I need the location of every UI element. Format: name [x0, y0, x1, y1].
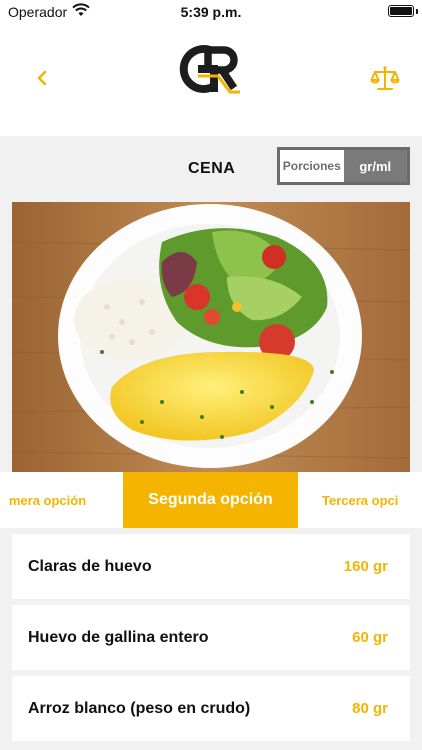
- unit-option-porciones[interactable]: Porciones: [280, 150, 344, 182]
- meal-header: CENA Porciones gr/ml: [0, 136, 422, 202]
- food-name: Claras de huevo: [28, 557, 152, 575]
- back-button[interactable]: [30, 66, 54, 90]
- meal-photo: [12, 202, 410, 472]
- food-name: Huevo de gallina entero: [28, 628, 209, 646]
- food-row[interactable]: Claras de huevo 160 gr: [12, 534, 410, 599]
- battery-cap: [416, 9, 418, 14]
- meal-title: CENA: [188, 160, 236, 177]
- food-name: Arroz blanco (peso en crudo): [28, 699, 251, 717]
- food-quantity: 160 gr: [343, 558, 388, 575]
- option-tabs: mera opción Segunda opción Tercera opci: [0, 472, 422, 528]
- balance-scale-icon: [370, 66, 400, 90]
- food-row[interactable]: Huevo de gallina entero 60 gr: [12, 605, 410, 670]
- food-row[interactable]: Arroz blanco (peso en crudo) 80 gr: [12, 676, 410, 741]
- clock: 5:39 p.m.: [180, 4, 242, 20]
- status-bar: Operador 5:39 p.m.: [0, 0, 422, 24]
- tab-segunda-opcion[interactable]: Segunda opción: [123, 472, 298, 528]
- food-list: Claras de huevo 160 gr Huevo de gallina …: [12, 534, 410, 747]
- food-quantity: 80 gr: [352, 700, 388, 717]
- food-quantity: 60 gr: [352, 629, 388, 646]
- nav-header: [0, 24, 422, 136]
- chevron-left-icon: [37, 70, 47, 86]
- scale-button[interactable]: [370, 64, 400, 94]
- unit-option-grml[interactable]: gr/ml: [343, 150, 407, 182]
- tab-primera-opcion[interactable]: mera opción: [0, 472, 125, 528]
- battery-icon: [388, 5, 414, 17]
- gr-logo: [179, 45, 240, 94]
- unit-toggle: Porciones gr/ml: [277, 147, 410, 185]
- tab-tercera-opcion[interactable]: Tercera opci: [322, 472, 422, 528]
